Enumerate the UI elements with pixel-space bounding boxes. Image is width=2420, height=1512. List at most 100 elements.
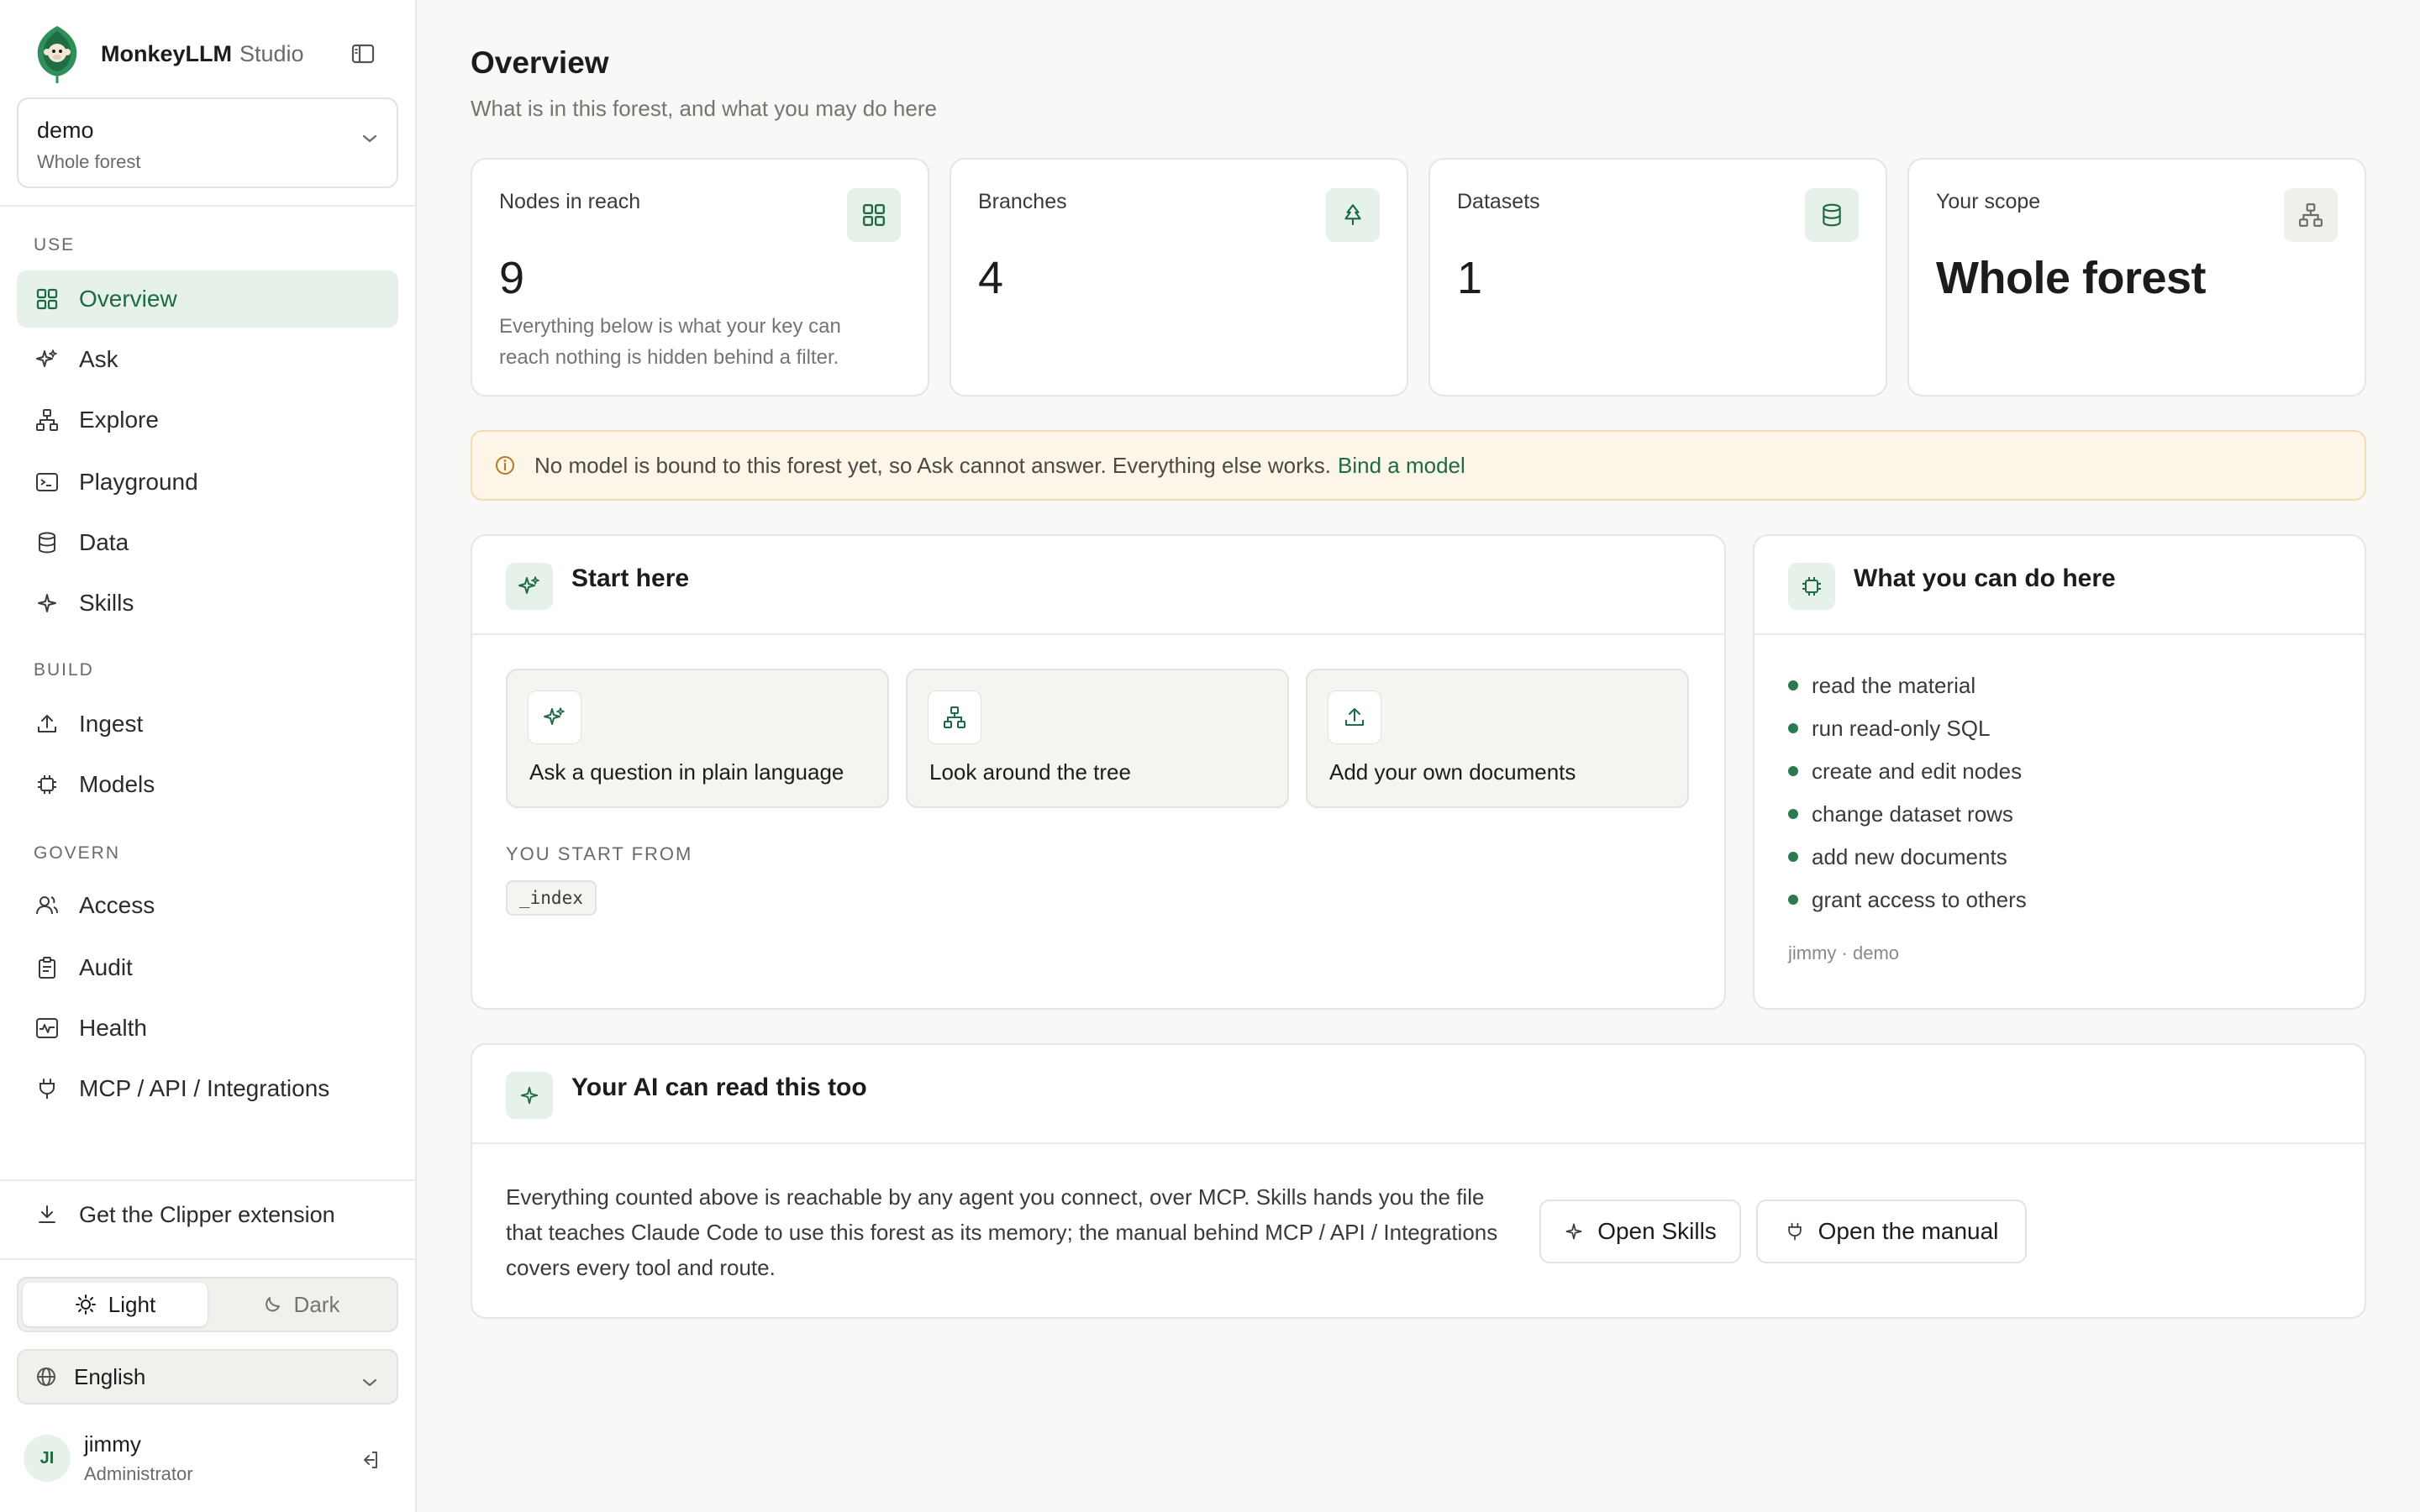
user-name: jimmy bbox=[84, 1431, 141, 1457]
look-around-tree-card[interactable]: Look around the tree bbox=[906, 669, 1289, 808]
stat-value: Whole forest bbox=[1936, 253, 2207, 303]
open-manual-label: Open the manual bbox=[1818, 1218, 1999, 1244]
monkey-leaf-logo-icon bbox=[34, 24, 81, 84]
open-manual-button[interactable]: Open the manual bbox=[1756, 1200, 2027, 1263]
theme-light-label: Light bbox=[108, 1291, 156, 1317]
stat-label: Nodes in reach bbox=[499, 190, 641, 213]
tree-icon bbox=[34, 407, 60, 433]
forest-scope: Whole forest bbox=[37, 151, 141, 172]
sidebar: MonkeyLLM Studio demo Whole forest USE O… bbox=[0, 0, 417, 1512]
nav-item-ask[interactable]: Ask bbox=[17, 331, 398, 388]
star-icon bbox=[506, 1072, 553, 1119]
forest-selector[interactable]: demo Whole forest bbox=[17, 97, 398, 188]
nav-item-ingest[interactable]: Ingest bbox=[17, 696, 398, 753]
action-label: Ask a question in plain language bbox=[529, 759, 844, 785]
theme-toggle: Light Dark bbox=[17, 1277, 398, 1332]
start-node-chip[interactable]: _index bbox=[506, 880, 597, 916]
panel-title: Your AI can read this too bbox=[571, 1074, 867, 1101]
alert-text: No model is bound to this forest yet, so… bbox=[534, 452, 1332, 478]
nav-item-overview[interactable]: Overview bbox=[17, 270, 398, 328]
avatar[interactable]: JI bbox=[24, 1435, 71, 1482]
tree-icon bbox=[928, 690, 981, 744]
grid-icon bbox=[34, 286, 60, 312]
upload-icon bbox=[34, 711, 60, 738]
stat-card-datasets: Datasets 1 bbox=[1428, 158, 1887, 396]
language-select[interactable]: English bbox=[17, 1349, 398, 1404]
open-skills-label: Open Skills bbox=[1597, 1218, 1717, 1244]
chevron-down-icon bbox=[361, 1368, 378, 1394]
stat-card-scope: Your scope Whole forest bbox=[1907, 158, 2366, 396]
stat-value: 4 bbox=[978, 253, 1004, 303]
nav-item-health[interactable]: Health bbox=[17, 1000, 398, 1057]
list-item: grant access to others bbox=[1788, 883, 2027, 916]
panel-header: Start here bbox=[472, 536, 1724, 635]
nav-item-label: Overview bbox=[79, 286, 177, 312]
page-subtitle: What is in this forest, and what you may… bbox=[471, 96, 937, 121]
logout-icon[interactable] bbox=[355, 1445, 385, 1475]
nav-item-label: Ask bbox=[79, 346, 118, 372]
list-item: change dataset rows bbox=[1788, 797, 2013, 831]
pine-tree-icon bbox=[1326, 188, 1380, 242]
nav-item-access[interactable]: Access bbox=[17, 877, 398, 934]
language-value: English bbox=[74, 1363, 146, 1389]
list-item: add new documents bbox=[1788, 840, 2007, 874]
nav-item-label: Ingest bbox=[79, 711, 144, 737]
panel-footer: jimmy · demo bbox=[1788, 942, 1900, 963]
nav-item-integrations[interactable]: MCP / API / Integrations bbox=[17, 1060, 398, 1117]
stat-label: Datasets bbox=[1457, 190, 1540, 213]
sparkle-icon bbox=[528, 690, 581, 744]
users-icon bbox=[34, 892, 60, 919]
globe-icon bbox=[35, 1366, 57, 1388]
stat-label: Branches bbox=[978, 190, 1067, 213]
terminal-icon bbox=[34, 469, 60, 496]
ask-question-card[interactable]: Ask a question in plain language bbox=[506, 669, 889, 808]
panel-title: Start here bbox=[571, 564, 690, 592]
user-profile: JI jimmy Administrator bbox=[24, 1428, 385, 1488]
permissions-panel: What you can do here read the material r… bbox=[1753, 534, 2366, 1010]
nav-item-models[interactable]: Models bbox=[17, 756, 398, 813]
upload-icon bbox=[1328, 690, 1381, 744]
ai-access-panel: Your AI can read this too Everything cou… bbox=[471, 1043, 2366, 1319]
info-icon bbox=[494, 454, 516, 476]
sidebar-divider bbox=[0, 1258, 415, 1260]
nav-item-playground[interactable]: Playground bbox=[17, 454, 398, 511]
hierarchy-icon bbox=[2284, 188, 2338, 242]
brand-name: MonkeyLLM bbox=[101, 40, 233, 66]
ai-panel-text: Everything counted above is reachable by… bbox=[506, 1184, 1498, 1280]
star-icon bbox=[1565, 1223, 1582, 1240]
sun-icon bbox=[75, 1294, 96, 1315]
stat-note: Everything below is what your key can re… bbox=[499, 315, 841, 369]
database-icon bbox=[1805, 188, 1859, 242]
chip-icon bbox=[1788, 563, 1835, 610]
sidebar-toggle-icon[interactable] bbox=[346, 39, 380, 69]
clipper-label: Get the Clipper extension bbox=[79, 1201, 335, 1227]
action-label: Add your own documents bbox=[1329, 759, 1576, 785]
database-icon bbox=[34, 529, 60, 556]
plug-icon bbox=[1787, 1222, 1802, 1241]
theme-light-button[interactable]: Light bbox=[23, 1283, 208, 1326]
action-label: Look around the tree bbox=[929, 759, 1131, 785]
start-from-label: YOU START FROM bbox=[506, 843, 693, 864]
chevron-down-icon bbox=[361, 133, 378, 148]
stat-label: Your scope bbox=[1936, 190, 2041, 213]
sparkle-icon bbox=[34, 346, 60, 373]
theme-dark-button[interactable]: Dark bbox=[208, 1283, 393, 1326]
nav-item-label: MCP / API / Integrations bbox=[79, 1075, 330, 1101]
clipper-extension-link[interactable]: Get the Clipper extension bbox=[34, 1201, 335, 1228]
sparkle-icon bbox=[506, 563, 553, 610]
page-title: Overview bbox=[471, 45, 609, 80]
nav-item-label: Data bbox=[79, 529, 129, 555]
open-skills-button[interactable]: Open Skills bbox=[1539, 1200, 1741, 1263]
nav-section-build: BUILD bbox=[34, 660, 94, 680]
nav-item-label: Playground bbox=[79, 469, 198, 495]
nav-item-explore[interactable]: Explore bbox=[17, 391, 398, 449]
user-role: Administrator bbox=[84, 1463, 193, 1484]
bind-model-link[interactable]: Bind a model bbox=[1338, 453, 1465, 479]
sidebar-divider bbox=[0, 1179, 415, 1181]
nav-item-audit[interactable]: Audit bbox=[17, 939, 398, 996]
add-documents-card[interactable]: Add your own documents bbox=[1306, 669, 1689, 808]
nav-item-skills[interactable]: Skills bbox=[17, 575, 398, 632]
brand[interactable]: MonkeyLLM Studio bbox=[34, 24, 387, 84]
nav-item-data[interactable]: Data bbox=[17, 514, 398, 571]
sidebar-divider bbox=[0, 205, 415, 207]
